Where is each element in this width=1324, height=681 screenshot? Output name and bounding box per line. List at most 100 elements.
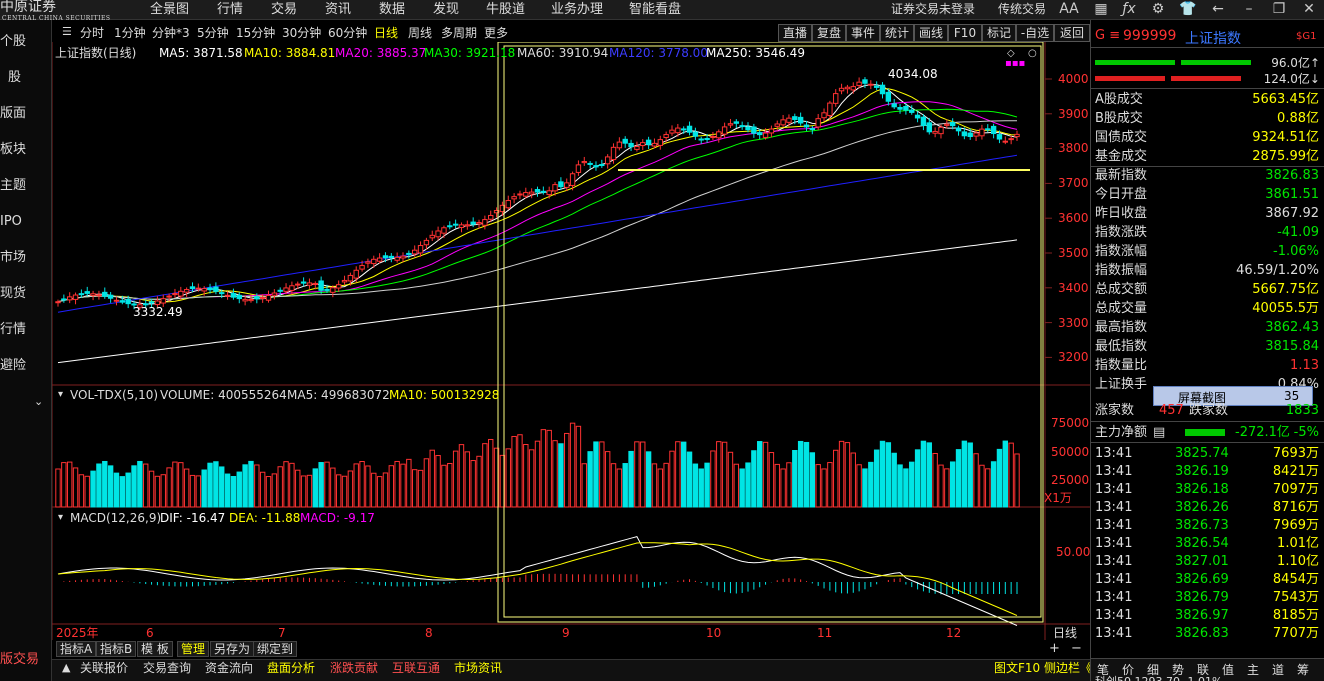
status-contribution[interactable]: 涨跌贡献: [330, 660, 378, 678]
menu-quotes[interactable]: 行情: [217, 1, 243, 19]
status-trade-query[interactable]: 交易查询: [143, 660, 191, 678]
candle-body: [739, 125, 745, 128]
period-1min[interactable]: 1分钟: [114, 25, 146, 41]
tick-volume: 7969万: [1272, 518, 1319, 533]
volume-bar: [265, 476, 272, 508]
tab-manage[interactable]: 管理: [177, 641, 210, 657]
back-button[interactable]: 返回: [1054, 24, 1090, 42]
rail-item-layout[interactable]: 版面: [0, 104, 52, 124]
kline-chart[interactable]: ▪▪▪◇ ○: [52, 42, 1090, 640]
net-flow-row: 主力净额 ▤ -272.1亿 -5%: [1095, 423, 1321, 442]
tab-indicator-b[interactable]: 指标B: [96, 641, 137, 657]
volume-bar: [452, 450, 459, 508]
f10-sidebar-link[interactable]: 图文F10 侧边栏《: [994, 660, 1092, 678]
candle-body: [160, 298, 166, 304]
volume-bar: [359, 461, 365, 508]
breadth-row: 涨家数 457 跌家数 1833: [1095, 401, 1321, 420]
skin-icon[interactable]: 👕: [1177, 0, 1199, 20]
tab-save-as[interactable]: 另存为: [210, 641, 255, 657]
period-60min[interactable]: 60分钟: [328, 25, 367, 41]
volume-bar: [651, 463, 658, 508]
volume-bar: [78, 474, 85, 508]
rail-item-sector[interactable]: 板块: [0, 140, 52, 160]
mark-button[interactable]: 标记: [982, 24, 1016, 42]
menu-panorama[interactable]: 全景图: [150, 1, 189, 19]
remove-watchlist-button[interactable]: -自选: [1016, 24, 1054, 42]
period-5min[interactable]: 5分钟: [197, 25, 229, 41]
tick-row: 13:41 3826.83 7707万: [1095, 625, 1321, 643]
stat-label: 指数振幅: [1095, 263, 1148, 278]
period-3min[interactable]: 分钟*3: [152, 25, 190, 41]
bottom-ticker[interactable]: 科创50 1293.70 -1.01%: [1095, 673, 1222, 681]
status-connect[interactable]: 互联互通: [392, 660, 440, 678]
period-daily[interactable]: 日线: [374, 25, 398, 41]
replay-button[interactable]: 复盘: [812, 24, 846, 42]
date-tick: 6: [146, 626, 154, 640]
status-menu-icon[interactable]: ▲: [62, 661, 70, 674]
candle-body: [780, 119, 786, 126]
status-related-quote[interactable]: 关联报价: [80, 660, 128, 678]
zoom-in-icon[interactable]: +: [1049, 641, 1060, 656]
tab-indicator-a[interactable]: 指标A: [56, 641, 97, 657]
tab-bind-to[interactable]: 绑定到: [253, 641, 298, 657]
header-icons[interactable]: G ≡: [1095, 28, 1120, 43]
gear-icon[interactable]: ⚙: [1147, 0, 1169, 20]
period-15min[interactable]: 15分钟: [236, 25, 275, 41]
menu-news[interactable]: 资讯: [325, 1, 351, 19]
period-timeshare[interactable]: 分时: [80, 25, 104, 41]
tab-template[interactable]: 模 板: [137, 641, 173, 657]
tick-volume: 1.10亿: [1277, 554, 1319, 569]
menu-smart-watch[interactable]: 智能看盘: [629, 1, 681, 19]
stat-value: 3862.43: [1265, 320, 1319, 335]
status-market-news[interactable]: 市场资讯: [454, 660, 502, 678]
vol-toggle-icon[interactable]: ▾: [58, 389, 63, 400]
stat-value: 5663.45亿: [1252, 92, 1319, 107]
back-arrow-icon[interactable]: ←: [1207, 0, 1229, 20]
stats-button[interactable]: 统计: [880, 24, 914, 42]
rail-item-theme[interactable]: 主题: [0, 176, 52, 196]
volume-bar: [610, 463, 617, 508]
period-30min[interactable]: 30分钟: [282, 25, 321, 41]
minimize-icon[interactable]: –: [1238, 0, 1260, 20]
period-more[interactable]: 更多: [484, 25, 508, 41]
rail-item-trade[interactable]: 版交易: [0, 650, 52, 670]
f10-button[interactable]: F10: [948, 24, 982, 42]
traditional-trade-link[interactable]: 传统交易: [998, 1, 1046, 19]
volume-bar: [412, 469, 418, 508]
rail-item-quotes[interactable]: 行情: [0, 320, 52, 340]
restore-icon[interactable]: ❐: [1268, 0, 1290, 20]
menu-bull-stock[interactable]: 牛股道: [486, 1, 525, 19]
rail-item-hedge[interactable]: 避险: [0, 356, 52, 376]
rail-item-ipo[interactable]: IPO: [0, 212, 52, 232]
rail-item-stock[interactable]: 个股: [0, 32, 52, 52]
volume-bar: [575, 425, 582, 508]
rail-item-spot[interactable]: 现货: [0, 284, 52, 304]
font-size-icon[interactable]: AA: [1058, 0, 1080, 20]
net-flow-menu-icon[interactable]: ▤: [1153, 423, 1165, 442]
candle-body: [546, 190, 552, 196]
menu-data[interactable]: 数据: [379, 1, 405, 19]
login-status[interactable]: 证券交易未登录: [891, 1, 975, 19]
formula-icon[interactable]: ƒx: [1118, 0, 1140, 20]
status-market-analysis[interactable]: 盘面分析: [267, 660, 315, 678]
stat-label: 最新指数: [1095, 168, 1148, 183]
draw-line-button[interactable]: 画线: [914, 24, 948, 42]
candle-body: [558, 181, 564, 188]
grid-icon[interactable]: ▦: [1090, 0, 1112, 20]
macd-toggle-icon[interactable]: ▾: [58, 512, 63, 523]
menu-business[interactable]: 业务办理: [551, 1, 603, 19]
close-icon[interactable]: ✕: [1298, 0, 1320, 20]
status-capital-flow[interactable]: 资金流向: [205, 660, 253, 678]
menu-trade[interactable]: 交易: [271, 1, 297, 19]
volume-bar: [107, 465, 114, 508]
menu-discover[interactable]: 发现: [433, 1, 459, 19]
volume-bar: [72, 467, 79, 508]
period-menu-icon[interactable]: ☰: [62, 25, 72, 38]
period-weekly[interactable]: 周线: [408, 25, 432, 41]
volume-bar: [371, 472, 377, 508]
zoom-out-icon[interactable]: −: [1071, 641, 1082, 656]
rail-item-market[interactable]: 市场: [0, 248, 52, 268]
live-button[interactable]: 直播: [778, 24, 812, 42]
period-multi[interactable]: 多周期: [441, 25, 477, 41]
event-button[interactable]: 事件: [846, 24, 880, 42]
